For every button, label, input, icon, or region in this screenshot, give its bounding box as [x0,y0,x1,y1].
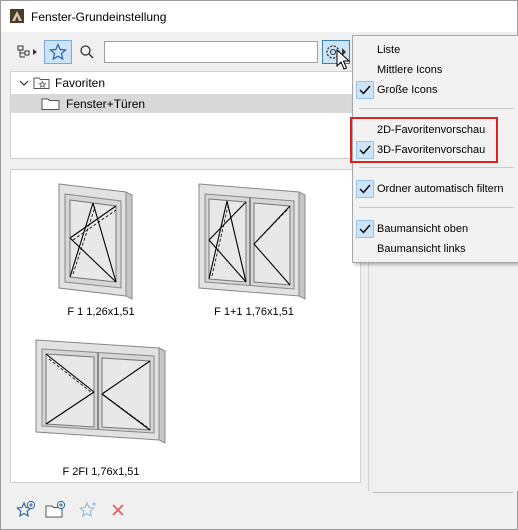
bottom-toolbar [1,493,517,529]
favorite-item-label: F 2FI 1,76x1,51 [62,466,140,478]
favorite-item[interactable]: F 1+1 1,76x1,51 [184,176,324,326]
app-icon [10,9,24,23]
star-edit-icon [78,501,96,518]
favorites-grid: F 1 1,26x1,51 F 1+1 1,76x1,51 F 2FI 1,76… [10,169,361,483]
favorites-tree: Favoriten Fenster+Türen [10,71,361,159]
toolbar [1,32,361,70]
menu-item-baumansicht-links[interactable]: Baumansicht links [353,239,518,259]
favorite-item-label: F 1 1,26x1,51 [67,306,135,318]
favorite-folder-icon [33,77,50,89]
search-icon [80,45,94,59]
favorites-star-button[interactable] [44,40,72,64]
favorites-window: Fenster-Grundeinstellung Favoriten Fenst… [0,0,518,530]
title-bar: Fenster-Grundeinstellung [1,1,517,32]
menu-item-baumansicht-oben[interactable]: Baumansicht oben [353,219,518,239]
checkmark-icon [356,81,374,99]
add-folder-icon [45,500,66,518]
favorite-item-label: F 1+1 1,76x1,51 [214,306,294,318]
star-icon [49,43,67,61]
edit-favorite-button[interactable] [77,499,99,521]
add-star-icon [16,500,36,518]
mouse-cursor-icon [336,49,350,70]
menu-separator [359,207,514,208]
menu-item-ordner-automatisch-filtern[interactable]: Ordner automatisch filtern [353,179,518,199]
menu-separator [359,167,514,168]
menu-item-liste[interactable]: Liste [353,40,518,60]
annotation-highlight-box [350,117,498,163]
menu-separator [359,108,514,109]
tree-label-favoriten: Favoriten [55,75,106,90]
add-favorite-button[interactable] [15,499,37,521]
search-button[interactable] [76,40,98,64]
tree-label-fenster-tueren: Fenster+Türen [66,96,146,111]
close-icon [112,504,124,516]
add-folder-button[interactable] [45,499,67,521]
checkmark-icon [356,180,374,198]
delete-favorite-button[interactable] [107,499,129,521]
menu-item-mittlere-icons[interactable]: Mittlere Icons [353,60,518,80]
window-preview-icon [58,183,133,300]
menu-item-grosse-icons[interactable]: Große Icons [353,80,518,100]
hierarchy-icon [17,45,37,58]
folder-icon [41,98,60,110]
chevron-down-icon[interactable] [17,76,31,90]
tree-item-fenster-tueren[interactable]: Fenster+Türen [11,94,360,113]
window-preview-icon [198,183,306,300]
hierarchy-dropdown-button[interactable] [15,40,41,64]
window-preview-icon [35,339,166,444]
favorite-item[interactable]: F 1 1,26x1,51 [31,176,171,326]
search-input[interactable] [104,41,318,63]
tree-item-favoriten[interactable]: Favoriten [11,73,360,92]
checkmark-icon [356,220,374,238]
window-title: Fenster-Grundeinstellung [31,10,167,24]
favorite-item[interactable]: F 2FI 1,76x1,51 [31,334,171,484]
